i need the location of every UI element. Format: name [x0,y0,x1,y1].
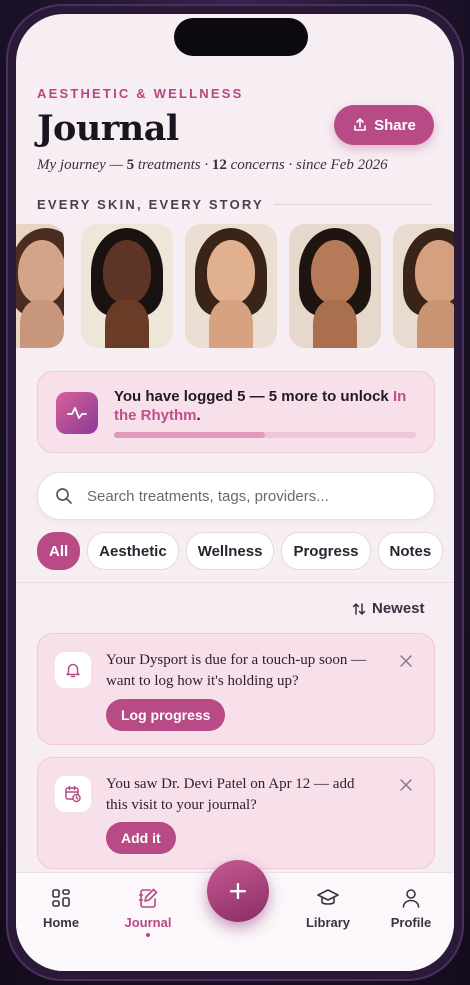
filter-chip-aesthetic[interactable]: Aesthetic [87,532,179,570]
reminder-card: Your Dysport is due for a touch-up soon … [37,633,435,745]
share-icon [354,118,366,131]
search-bar[interactable] [37,472,435,520]
filter-chip-notes[interactable]: Notes [377,532,444,570]
search-input[interactable] [85,473,419,519]
log-progress-button[interactable]: Log progress [106,699,226,731]
notebook-pen-icon [138,888,158,908]
portrait-image[interactable] [16,224,64,348]
tab-journal-label: Journal [124,915,172,930]
add-entry-button[interactable]: + [207,860,269,922]
add-it-button[interactable]: Add it [106,822,176,854]
page-title: Journal [37,108,179,149]
treatments-label: treatments · [134,157,212,173]
user-icon [402,889,420,908]
portrait-carousel[interactable] [16,224,454,350]
portrait-image[interactable] [81,224,173,348]
sort-button[interactable]: Newest [352,600,425,617]
graduation-cap-icon [317,889,339,905]
sort-label: Newest [372,600,425,617]
portrait-image[interactable] [185,224,277,348]
portrait-image[interactable] [289,224,381,348]
divider [16,582,454,583]
search-icon [56,488,72,504]
share-button[interactable]: Share [334,105,434,145]
unlock-progress-card[interactable]: You have logged 5 — 5 more to unlock In … [37,371,435,453]
unlock-text: You have logged 5 — 5 more to unlock [114,388,393,405]
summary-prefix: My journey — [37,157,127,173]
section-divider [273,204,433,205]
visit-suggestion-card: You saw Dr. Devi Patel on Apr 12 — add t… [37,757,435,869]
share-label: Share [374,116,416,134]
unlock-progress-fill [114,432,265,438]
tab-profile[interactable]: Profile [376,887,446,930]
gallery-header: EVERY SKIN, EVERY STORY [37,197,433,212]
active-indicator [146,933,150,937]
filter-chip-progress[interactable]: Progress [281,532,371,570]
phone-frame: AESTHETIC & WELLNESS Journal Share My jo… [6,4,464,981]
tab-profile-label: Profile [390,915,432,930]
concerns-count: 12 [211,157,227,173]
reminder-text: Your Dysport is due for a touch-up soon … [106,652,367,689]
unlock-progress-bar [114,432,416,438]
app-screen: AESTHETIC & WELLNESS Journal Share My jo… [16,14,454,971]
dynamic-island [174,18,308,56]
close-icon[interactable] [397,776,415,794]
tab-library[interactable]: Library [293,887,363,930]
tab-home[interactable]: Home [26,887,96,930]
sort-icon [352,602,366,615]
tab-library-label: Library [305,915,351,930]
unlock-suffix: . [196,407,201,424]
eyebrow-label: AESTHETIC & WELLNESS [37,86,244,101]
pulse-icon [56,392,98,434]
grid-icon [52,889,70,907]
unlock-message: You have logged 5 — 5 more to unlock In … [114,387,424,425]
tab-home-label: Home [42,915,80,930]
tab-journal[interactable]: Journal [113,887,183,937]
visit-suggestion-text: You saw Dr. Devi Patel on Apr 12 — add t… [106,776,355,813]
filter-chips: All Aesthetic Wellness Progress Notes [37,532,444,570]
journey-summary: My journey — 5 treatments · 12 concerns … [37,157,388,174]
close-icon[interactable] [397,652,415,670]
concerns-label: concerns · since Feb 2026 [226,157,388,173]
treatments-count: 5 [126,157,135,173]
bell-icon [55,652,91,688]
calendar-clock-icon [55,776,91,812]
portrait-image[interactable] [393,224,454,348]
plus-icon: + [228,872,248,909]
filter-chip-all[interactable]: All [37,532,81,570]
filter-chip-wellness[interactable]: Wellness [185,532,275,570]
gallery-section-label: EVERY SKIN, EVERY STORY [37,197,264,212]
